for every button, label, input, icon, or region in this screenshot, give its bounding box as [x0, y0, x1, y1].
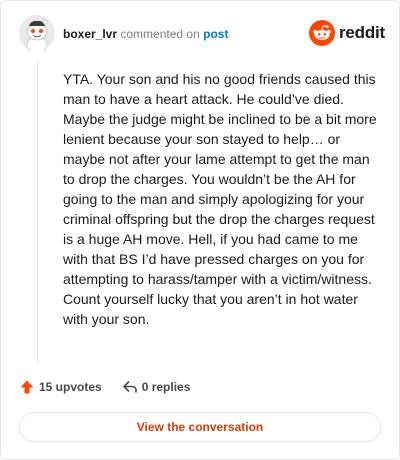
- comment-action-text: commented on: [120, 27, 200, 41]
- reply-arrow-icon: [122, 381, 137, 393]
- thread-line: [37, 61, 38, 363]
- upvote-arrow-icon: [20, 380, 34, 394]
- view-conversation-button[interactable]: View the conversation: [19, 412, 381, 442]
- replies-stat[interactable]: 0 replies: [122, 379, 191, 395]
- comment-author[interactable]: boxer_lvr: [63, 27, 117, 41]
- embedded-comment-card: boxer_lvr commented on post reddit YTA. …: [0, 0, 400, 460]
- upvotes-count: 15 upvotes: [39, 380, 102, 394]
- upvotes-stat[interactable]: 15 upvotes: [19, 379, 102, 395]
- comment-header: boxer_lvr commented on post: [63, 27, 228, 41]
- reddit-wordmark: reddit: [339, 23, 386, 42]
- snoo-avatar-icon[interactable]: [19, 15, 55, 54]
- comment-body: YTA. Your son and his no good friends ca…: [63, 71, 377, 327]
- replies-count: 0 replies: [141, 380, 191, 394]
- post-link[interactable]: post: [203, 27, 228, 41]
- comment-stats: 15 upvotes 0 replies: [19, 377, 190, 397]
- reddit-brand[interactable]: reddit: [309, 20, 385, 46]
- reddit-logo-icon: [309, 20, 335, 46]
